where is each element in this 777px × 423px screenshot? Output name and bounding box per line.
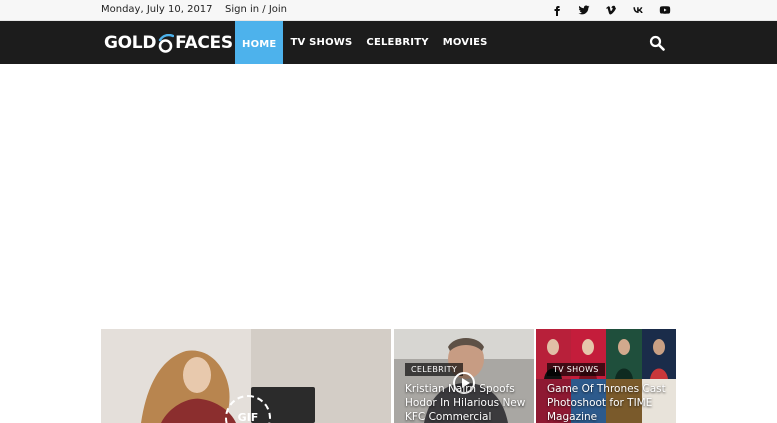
featured-post-hodor[interactable]: CELEBRITY Kristian Nairn Spoofs Hodor In… <box>394 329 534 423</box>
post-title[interactable]: Game Of Thrones Cast Photoshoot for TIME… <box>547 382 669 423</box>
nav-celebrity[interactable]: CELEBRITY <box>359 21 435 64</box>
social-links <box>550 3 671 17</box>
featured-grid: GIF CELEBRITY Kristian Nairn Spoofs Hodo… <box>101 329 676 423</box>
signin-link[interactable]: Sign in / Join <box>225 4 287 15</box>
current-date: Monday, July 10, 2017 <box>101 4 213 15</box>
logo-text-right: FACES <box>175 33 233 53</box>
facebook-icon[interactable] <box>550 3 563 17</box>
main-navbar: GOLD FACES HOME TV SHOWS CELEBRITY MOVIE… <box>0 21 777 68</box>
logo-text-left: GOLD <box>104 33 157 53</box>
featured-post-got[interactable]: TV SHOWS Game Of Thrones Cast Photoshoot… <box>536 329 676 423</box>
primary-nav: HOME TV SHOWS CELEBRITY MOVIES <box>235 21 495 68</box>
post-title[interactable]: Kristian Nairn Spoofs Hodor In Hilarious… <box>405 382 527 423</box>
nav-tv-shows[interactable]: TV SHOWS <box>283 21 359 64</box>
youtube-icon[interactable] <box>658 3 671 17</box>
ad-placeholder <box>101 64 676 329</box>
nav-movies[interactable]: MOVIES <box>436 21 495 64</box>
nav-home[interactable]: HOME <box>235 21 284 68</box>
site-logo[interactable]: GOLD FACES <box>104 32 233 54</box>
logo-swirl-icon <box>157 33 175 53</box>
category-badge[interactable]: TV SHOWS <box>547 363 605 376</box>
vimeo-icon[interactable] <box>604 3 617 17</box>
search-icon[interactable] <box>649 35 665 51</box>
vk-icon[interactable] <box>631 3 644 17</box>
category-badge[interactable]: CELEBRITY <box>405 363 464 376</box>
featured-post-large[interactable]: GIF <box>101 329 391 423</box>
twitter-icon[interactable] <box>577 3 590 17</box>
top-bar: Monday, July 10, 2017 Sign in / Join <box>0 0 777 21</box>
